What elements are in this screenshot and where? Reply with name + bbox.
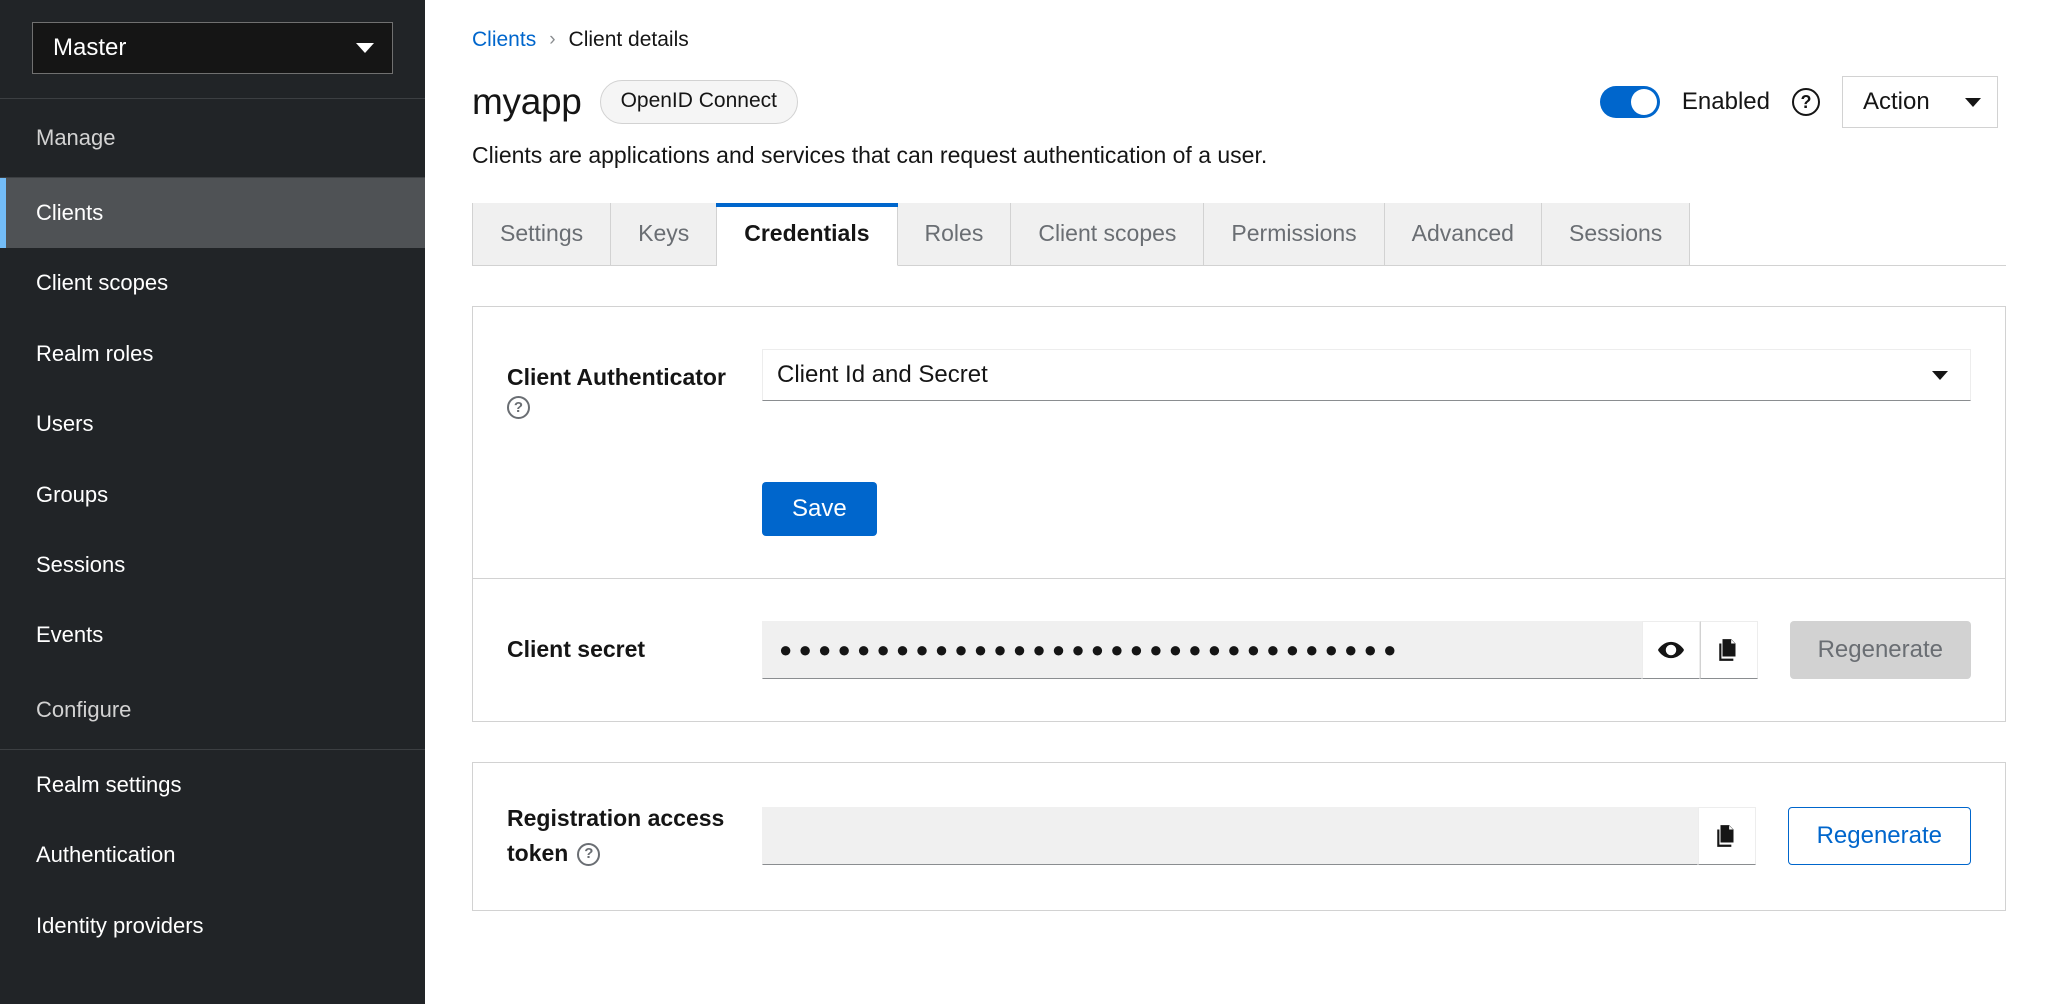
client-authenticator-control: Client Id and Secret xyxy=(762,349,1971,401)
sidebar-item-label: Realm roles xyxy=(36,341,153,366)
registration-access-token-label-line2: token xyxy=(507,836,568,872)
sidebar-item-groups[interactable]: Groups xyxy=(0,460,425,530)
sidebar-item-label: Authentication xyxy=(36,842,175,867)
eye-icon xyxy=(1657,636,1685,664)
tab-sessions[interactable]: Sessions xyxy=(1542,203,1690,265)
registration-access-token-control: Regenerate xyxy=(762,807,1971,865)
tab-settings[interactable]: Settings xyxy=(472,203,611,265)
client-authenticator-row: Client Authenticator ? Client Id and Sec… xyxy=(473,349,2005,419)
keycloak-admin-console: Master Manage Clients Client scopes Real… xyxy=(0,0,2046,1004)
tab-advanced[interactable]: Advanced xyxy=(1385,203,1542,265)
regenerate-secret-button[interactable]: Regenerate xyxy=(1790,621,1971,679)
title-left: myapp OpenID Connect xyxy=(472,80,1600,124)
protocol-badge: OpenID Connect xyxy=(600,80,798,124)
enabled-toggle-label: Enabled xyxy=(1682,88,1770,116)
client-authenticator-value: Client Id and Secret xyxy=(777,361,988,389)
client-secret-label: Client secret xyxy=(507,632,762,667)
nav-section-title-manage: Manage xyxy=(0,99,425,177)
sidebar-item-label: Identity providers xyxy=(36,913,204,938)
tab-roles[interactable]: Roles xyxy=(898,203,1012,265)
sidebar-item-label: Client scopes xyxy=(36,270,168,295)
credentials-content: Client Authenticator ? Client Id and Sec… xyxy=(425,306,2046,911)
chevron-down-icon xyxy=(356,43,374,53)
save-button-wrap: Save xyxy=(473,482,2005,536)
client-secret-masked-value: ●●●●●●●●●●●●●●●●●●●●●●●●●●●●●●●● xyxy=(779,639,1403,661)
sidebar-item-label: Events xyxy=(36,622,103,647)
realm-selector[interactable]: Master xyxy=(32,22,393,74)
title-row: myapp OpenID Connect Enabled ? Action xyxy=(472,76,2006,128)
client-secret-section: Client secret ●●●●●●●●●●●●●●●●●●●●●●●●●●… xyxy=(473,578,2005,721)
caret-down-icon xyxy=(1932,371,1948,380)
nav-group-manage: Manage Clients Client scopes Realm roles… xyxy=(0,99,425,671)
breadcrumb: Clients › Client details xyxy=(472,28,2006,52)
sidebar-item-label: Groups xyxy=(36,482,108,507)
registration-access-token-section: Registration access token ? xyxy=(473,763,2005,910)
sidebar-item-identity-providers[interactable]: Identity providers xyxy=(0,891,425,961)
tab-permissions[interactable]: Permissions xyxy=(1204,203,1384,265)
client-secret-input-group: ●●●●●●●●●●●●●●●●●●●●●●●●●●●●●●●● xyxy=(762,621,1971,679)
client-authenticator-label-text: Client Authenticator xyxy=(507,360,762,396)
show-secret-button[interactable] xyxy=(1642,621,1700,679)
toggle-knob xyxy=(1631,89,1657,115)
breadcrumb-link-clients[interactable]: Clients xyxy=(472,28,536,52)
sidebar-item-users[interactable]: Users xyxy=(0,389,425,459)
realm-selector-container: Master xyxy=(0,0,425,99)
registration-access-token-input-group: Regenerate xyxy=(762,807,1971,865)
registration-access-token-label-line1: Registration access xyxy=(507,801,762,837)
client-secret-input[interactable]: ●●●●●●●●●●●●●●●●●●●●●●●●●●●●●●●● xyxy=(762,621,1642,679)
sidebar-item-authentication[interactable]: Authentication xyxy=(0,820,425,890)
tab-credentials[interactable]: Credentials xyxy=(717,203,897,266)
sidebar-item-realm-roles[interactable]: Realm roles xyxy=(0,319,425,389)
page-title: myapp xyxy=(472,81,582,123)
tab-bar: Settings Keys Credentials Roles Client s… xyxy=(472,203,2006,266)
client-authenticator-label: Client Authenticator ? xyxy=(507,349,762,419)
sidebar-item-label: Sessions xyxy=(36,552,125,577)
registration-access-token-card: Registration access token ? xyxy=(472,762,2006,911)
action-dropdown-label: Action xyxy=(1863,88,1930,116)
sidebar-item-clients[interactable]: Clients xyxy=(0,178,425,248)
registration-access-token-label: Registration access token ? xyxy=(507,801,762,872)
sidebar: Master Manage Clients Client scopes Real… xyxy=(0,0,425,1004)
save-button[interactable]: Save xyxy=(762,482,877,536)
sidebar-item-label: Users xyxy=(36,411,93,436)
client-secret-control: ●●●●●●●●●●●●●●●●●●●●●●●●●●●●●●●● xyxy=(762,621,1971,679)
client-authenticator-section: Client Authenticator ? Client Id and Sec… xyxy=(473,307,2005,578)
copy-icon xyxy=(1716,637,1742,663)
client-secret-row: Client secret ●●●●●●●●●●●●●●●●●●●●●●●●●●… xyxy=(473,621,2005,679)
nav-section-title-configure: Configure xyxy=(0,671,425,749)
breadcrumb-current: Client details xyxy=(569,28,689,52)
sidebar-item-label: Clients xyxy=(36,200,103,225)
realm-selector-value: Master xyxy=(53,34,126,62)
sidebar-item-label: Realm settings xyxy=(36,772,182,797)
sidebar-item-sessions[interactable]: Sessions xyxy=(0,530,425,600)
tab-client-scopes[interactable]: Client scopes xyxy=(1011,203,1204,265)
breadcrumb-separator-icon: › xyxy=(549,29,555,51)
registration-access-token-row: Registration access token ? xyxy=(473,801,2005,872)
page-subtitle: Clients are applications and services th… xyxy=(472,142,2006,169)
sidebar-item-client-scopes[interactable]: Client scopes xyxy=(0,248,425,318)
sidebar-item-realm-settings[interactable]: Realm settings xyxy=(0,750,425,820)
copy-registration-token-button[interactable] xyxy=(1698,807,1756,865)
credentials-card: Client Authenticator ? Client Id and Sec… xyxy=(472,306,2006,722)
question-circle-icon[interactable]: ? xyxy=(1792,88,1820,116)
regenerate-registration-token-button[interactable]: Regenerate xyxy=(1788,807,1971,865)
registration-access-token-input[interactable] xyxy=(762,807,1698,865)
main-content: Clients › Client details myapp OpenID Co… xyxy=(425,0,2046,1004)
title-actions: Enabled ? Action xyxy=(1600,76,2006,128)
copy-icon xyxy=(1714,823,1740,849)
tab-keys[interactable]: Keys xyxy=(611,203,717,265)
enabled-toggle[interactable] xyxy=(1600,86,1660,118)
caret-down-icon xyxy=(1965,98,1981,107)
sidebar-item-events[interactable]: Events xyxy=(0,600,425,670)
copy-secret-button[interactable] xyxy=(1700,621,1758,679)
nav-group-configure: Configure Realm settings Authentication … xyxy=(0,671,425,961)
question-circle-icon[interactable]: ? xyxy=(577,843,600,866)
page-header: Clients › Client details myapp OpenID Co… xyxy=(425,0,2046,266)
question-circle-icon[interactable]: ? xyxy=(507,396,530,419)
action-dropdown-button[interactable]: Action xyxy=(1842,76,1998,128)
client-authenticator-select[interactable]: Client Id and Secret xyxy=(762,349,1971,401)
